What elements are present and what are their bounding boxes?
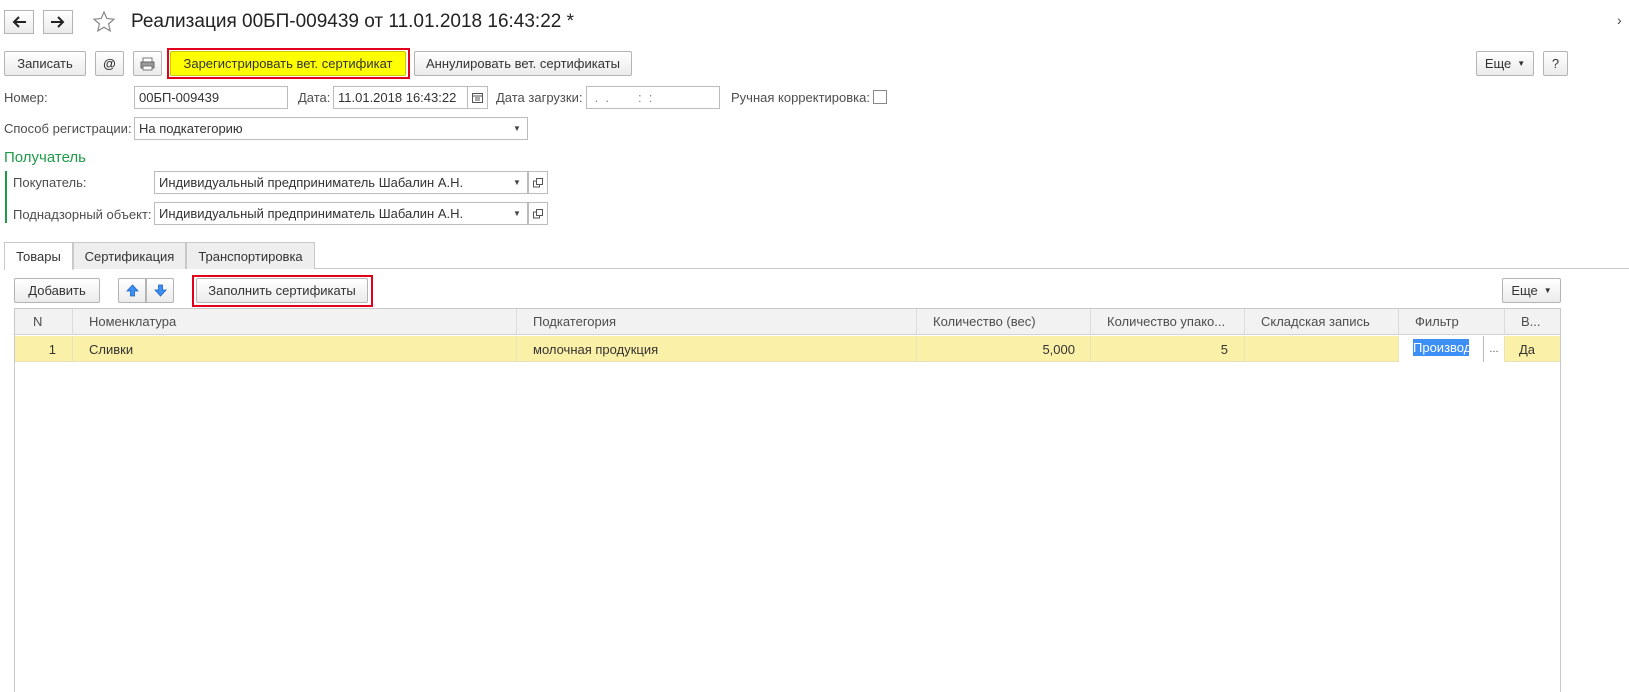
caret-down-icon: ▼	[1517, 59, 1526, 68]
load-date-label: Дата загрузки:	[496, 90, 583, 105]
close-chevron-icon[interactable]: ›	[1617, 12, 1622, 28]
number-field[interactable]: 00БП-009439	[134, 86, 288, 109]
at-sign-icon: @	[103, 56, 116, 71]
arrow-down-icon	[153, 284, 167, 297]
arrow-right-icon	[51, 16, 65, 28]
cell-weight: 5,000	[917, 336, 1091, 362]
print-button[interactable]	[133, 51, 162, 76]
window-title: Реализация 00БП-009439 от 11.01.2018 16:…	[131, 11, 575, 32]
load-date-field[interactable]: . . : :	[586, 86, 720, 109]
recipient-section-title: Получатель	[4, 149, 86, 166]
arrow-left-icon	[12, 16, 26, 28]
manual-correction-checkbox[interactable]	[873, 90, 887, 104]
supervised-object-label: Поднадзорный объект:	[13, 207, 152, 222]
open-window-icon	[533, 177, 543, 187]
column-header-nomenclature[interactable]: Номенклатура	[73, 309, 517, 335]
move-up-button[interactable]	[118, 278, 146, 303]
cell-stock-record	[1245, 336, 1399, 362]
section-divider	[5, 171, 7, 223]
arrow-up-icon	[125, 284, 139, 297]
column-header-v[interactable]: В...	[1505, 309, 1560, 335]
favorite-star-icon[interactable]	[92, 10, 116, 37]
table-row[interactable]: 1 Сливки молочная продукция 5,000 5 Прои…	[15, 336, 1560, 362]
forward-button[interactable]	[43, 10, 73, 34]
save-button[interactable]: Записать	[4, 51, 86, 76]
column-header-packages[interactable]: Количество упако...	[1091, 309, 1245, 335]
printer-icon	[140, 57, 155, 70]
manual-correction-label: Ручная корректировка:	[731, 90, 870, 105]
calendar-icon[interactable]	[467, 87, 487, 108]
add-button[interactable]: Добавить	[14, 278, 100, 303]
reg-method-label: Способ регистрации:	[4, 121, 132, 136]
tab-goods[interactable]: Товары	[4, 242, 73, 270]
caret-down-icon: ▼	[1543, 286, 1552, 295]
more-label: Еще	[1484, 56, 1512, 71]
cancel-vet-certificates-button[interactable]: Аннулировать вет. сертификаты	[414, 51, 632, 76]
filter-input-selected-text[interactable]: Производ	[1413, 339, 1469, 356]
highlight-box	[167, 48, 410, 79]
open-buyer-button[interactable]	[528, 171, 548, 194]
column-header-subcategory[interactable]: Подкатегория	[517, 309, 917, 335]
column-header-filter[interactable]: Фильтр	[1399, 309, 1505, 335]
move-down-button[interactable]	[146, 278, 174, 303]
supervised-object-value: Индивидуальный предприниматель Шабалин А…	[159, 206, 464, 221]
table-header: N Номенклатура Подкатегория Количество (…	[15, 309, 1560, 335]
help-button[interactable]: ?	[1543, 51, 1568, 76]
filter-choose-button[interactable]: ...	[1483, 336, 1504, 362]
cell-subcategory: молочная продукция	[517, 336, 917, 362]
highlight-box	[192, 275, 373, 307]
buyer-label: Покупатель:	[13, 175, 87, 190]
cell-v: Да	[1519, 342, 1536, 357]
more-button[interactable]: Еще ▼	[1476, 51, 1534, 76]
tab-certification[interactable]: Сертификация	[73, 242, 186, 269]
cell-filter-editor[interactable]: Производ ...	[1399, 336, 1505, 362]
cell-n: 1	[15, 336, 73, 362]
column-header-n[interactable]: N	[15, 309, 73, 335]
dropdown-arrow-icon[interactable]: ▼	[507, 118, 527, 139]
cell-packages: 5	[1091, 336, 1245, 362]
number-label: Номер:	[4, 90, 48, 105]
open-window-icon	[533, 208, 543, 218]
table-more-button[interactable]: Еще ▼	[1502, 278, 1561, 303]
table-more-label: Еще	[1511, 283, 1538, 298]
date-field[interactable]: 11.01.2018 16:43:22	[333, 86, 488, 109]
reg-method-select[interactable]: На подкатегорию ▼	[134, 117, 528, 140]
supervised-object-select[interactable]: Индивидуальный предприниматель Шабалин А…	[154, 202, 528, 225]
buyer-value: Индивидуальный предприниматель Шабалин А…	[159, 175, 464, 190]
goods-table: N Номенклатура Подкатегория Количество (…	[14, 308, 1561, 692]
date-value: 11.01.2018 16:43:22	[338, 90, 457, 105]
dropdown-arrow-icon[interactable]: ▼	[507, 203, 527, 224]
date-label: Дата:	[298, 90, 331, 105]
dropdown-arrow-icon[interactable]: ▼	[507, 172, 527, 193]
tab-transportation[interactable]: Транспортировка	[186, 242, 315, 269]
email-button[interactable]: @	[95, 51, 124, 76]
reg-method-value: На подкатегорию	[139, 121, 243, 136]
buyer-select[interactable]: Индивидуальный предприниматель Шабалин А…	[154, 171, 528, 194]
column-header-weight[interactable]: Количество (вес)	[917, 309, 1091, 335]
column-header-stock-record[interactable]: Складская запись	[1245, 309, 1399, 335]
back-button[interactable]	[4, 10, 34, 34]
cell-nomenclature: Сливки	[73, 336, 517, 362]
open-supervised-object-button[interactable]	[528, 202, 548, 225]
